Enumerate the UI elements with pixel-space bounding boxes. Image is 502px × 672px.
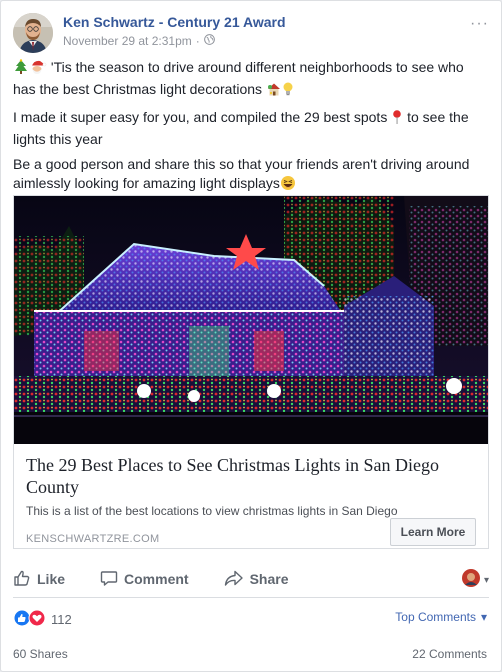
share-label: Share <box>249 571 289 587</box>
post-card: Ken Schwartz - Century 21 Award November… <box>0 0 502 672</box>
post-line-4: Be a good person and share this so that … <box>13 156 470 191</box>
share-as-selector[interactable]: ▾ <box>461 569 489 592</box>
pin-emoji <box>391 109 403 130</box>
post-paragraph-3: Be a good person and share this so that … <box>13 155 489 196</box>
reaction-count: 112 <box>51 612 72 627</box>
like-label: Like <box>37 571 66 587</box>
lightbulb-emoji <box>282 81 294 102</box>
comment-label: Comment <box>124 571 189 587</box>
reactions-summary[interactable]: 112 <box>13 609 72 630</box>
house-emoji <box>266 81 282 102</box>
options-icon[interactable]: ··· <box>470 15 489 33</box>
action-bar: Like Comment Share ▾ <box>13 563 489 595</box>
chevron-down-icon: ▾ <box>483 575 489 586</box>
meta-separator: · <box>195 34 200 48</box>
post-paragraph-1: 'Tis the season to drive around differen… <box>13 58 489 102</box>
comment-button[interactable]: Comment <box>100 569 189 590</box>
like-button[interactable]: Like <box>13 569 65 590</box>
post-meta: November 29 at 2:31pm · <box>63 34 215 48</box>
globe-icon[interactable] <box>203 34 215 48</box>
link-image[interactable] <box>14 196 488 444</box>
link-details[interactable]: The 29 Best Places to See Christmas Ligh… <box>14 444 488 548</box>
love-icon <box>28 609 46 630</box>
post-header: Ken Schwartz - Century 21 Award November… <box>13 13 489 53</box>
avatar[interactable] <box>13 13 53 53</box>
share-button[interactable]: Share <box>224 569 289 590</box>
post-line-2: I made it super easy for you, and compil… <box>13 109 388 125</box>
share-icon <box>224 569 244 590</box>
divider <box>13 597 489 598</box>
comment-sort-label: Top Comments <box>395 610 476 624</box>
tree-emoji <box>13 59 29 80</box>
comment-count[interactable]: 22 Comments <box>412 647 487 661</box>
santa-emoji <box>29 59 47 80</box>
comment-icon <box>100 569 118 590</box>
author-name[interactable]: Ken Schwartz - Century 21 Award <box>63 14 286 30</box>
link-preview[interactable]: The 29 Best Places to See Christmas Ligh… <box>13 195 489 549</box>
post-text: 'Tis the season to drive around differen… <box>13 58 489 202</box>
link-title[interactable]: The 29 Best Places to See Christmas Ligh… <box>26 454 476 498</box>
learn-more-button[interactable]: Learn More <box>390 518 476 546</box>
post-paragraph-2: I made it super easy for you, and compil… <box>13 108 489 149</box>
share-count[interactable]: 60 Shares <box>13 647 68 661</box>
link-description: This is a list of the best locations to … <box>26 504 398 518</box>
comment-sort-dropdown[interactable]: Top Comments ▾ <box>395 610 487 624</box>
chevron-down-icon: ▾ <box>480 610 487 624</box>
sharer-avatar <box>461 569 480 592</box>
like-icon <box>13 569 31 590</box>
laugh-emoji <box>280 175 296 196</box>
post-line-1: 'Tis the season to drive around differen… <box>13 59 464 97</box>
post-timestamp[interactable]: November 29 at 2:31pm <box>63 34 192 48</box>
link-domain: KENSCHWARTZRE.COM <box>26 533 160 545</box>
